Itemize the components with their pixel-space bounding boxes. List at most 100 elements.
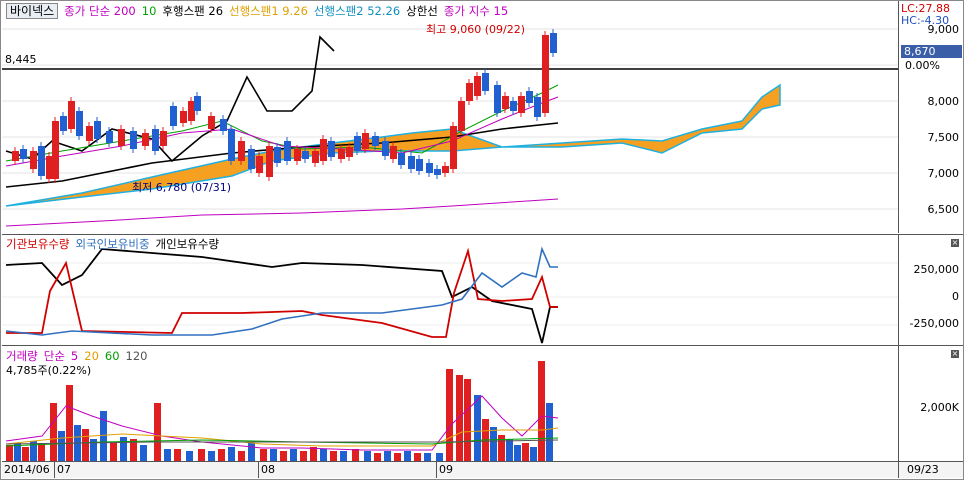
price-tick: 7,500 (927, 131, 960, 144)
volume-bar (474, 395, 481, 461)
volume-bar (228, 447, 235, 461)
legend-ma200: 종가 단순 200 (64, 4, 136, 18)
candle-body (130, 131, 137, 149)
holding-tick: 0 (952, 290, 959, 303)
candle-body (450, 126, 457, 169)
candle-body (106, 131, 113, 143)
close-icon[interactable]: × (951, 350, 959, 358)
x-axis-right: 09/23 (898, 461, 963, 478)
x-label-last: 09/23 (907, 463, 939, 476)
price-tick: 9,000 (927, 23, 960, 36)
volume-bar (310, 447, 317, 461)
candle-body (180, 111, 187, 123)
price-pane[interactable]: 바이넥스 종가 단순 200 10 후행스팬 26 선행스팬1 9.26 선행스… (2, 1, 898, 233)
candle-body (52, 121, 59, 179)
volume-tick: 2,000K (920, 401, 959, 414)
candle-body (152, 129, 159, 151)
candle-body (284, 141, 291, 161)
candle-body (382, 141, 389, 156)
volume-bar (120, 437, 127, 461)
volume-bar (186, 451, 193, 461)
volume-bar (498, 435, 505, 461)
volume-bar (260, 449, 267, 461)
candle-body (38, 146, 45, 176)
candle-body (312, 151, 319, 163)
candle-body (274, 147, 281, 163)
candle-body (434, 169, 441, 175)
price-legend: 바이넥스 종가 단순 200 10 후행스팬 26 선행스팬1 9.26 선행스… (6, 3, 508, 19)
candle-body (142, 133, 149, 146)
candle-body (398, 153, 405, 165)
volume-bar (198, 449, 205, 461)
volume-bar (490, 427, 497, 461)
volume-bar (446, 369, 453, 461)
candle-body (20, 149, 27, 159)
volume-bar (340, 451, 347, 461)
volume-bar (364, 451, 371, 461)
price-axis: LC:27.88 HC:-4.30 9,000 8,670 0.00% 8,00… (898, 1, 963, 233)
volume-bar (6, 445, 13, 461)
candle-body (442, 166, 449, 173)
volume-axis: × 2,000K (898, 345, 963, 461)
candle-body (294, 149, 301, 161)
volume-bar (290, 449, 297, 461)
candle-body (534, 97, 541, 117)
current-pct: 0.00% (905, 59, 940, 72)
volume-bar (140, 445, 147, 461)
holding-legend: 기관보유수량 외국인보유비중 개인보유수량 (6, 236, 219, 252)
volume-bar (522, 443, 529, 461)
volume-bar (280, 451, 287, 461)
volume-bar (530, 447, 537, 461)
ma200-line (5, 198, 559, 227)
candle-body (302, 151, 309, 159)
candle-body (482, 73, 489, 91)
candle-body (194, 96, 201, 111)
candle-body (362, 133, 369, 149)
candle-body (338, 149, 345, 159)
volume-bar (456, 375, 463, 461)
legend-vol-ma120: 120 (125, 349, 148, 363)
x-axis: 2014/06 07 08 09 (2, 461, 898, 478)
candle-body (248, 149, 255, 169)
volume-bar (174, 449, 181, 461)
legend-foreign: 외국인보유비중 (75, 237, 150, 251)
volume-bar (208, 451, 215, 461)
close-icon[interactable]: × (951, 239, 959, 247)
volume-bar (374, 453, 381, 461)
legend-upper-band: 상한선 (406, 4, 438, 18)
candle-body (188, 101, 195, 121)
legend-ma10: 10 (141, 4, 157, 18)
candle-body (94, 121, 101, 139)
volume-bar (464, 379, 471, 461)
candle-body (60, 116, 67, 131)
legend-vol-ma60: 60 (104, 349, 120, 363)
volume-bar (394, 453, 401, 461)
volume-bar (270, 449, 277, 461)
stock-name-button[interactable]: 바이넥스 (6, 3, 59, 19)
candle-body (12, 151, 19, 161)
candle-body (346, 147, 353, 157)
volume-pane[interactable]: 거래량 단순 5 20 60 120 4,785주(0.22%) (2, 345, 898, 461)
holding-pane[interactable]: 기관보유수량 외국인보유비중 개인보유수량 (2, 234, 898, 345)
volume-bar (58, 431, 65, 461)
legend-leading-span2: 선행스팬2 52.26 (313, 4, 401, 18)
volume-bar (50, 403, 57, 461)
current-price-badge: 8,670 (901, 45, 962, 58)
volume-bar (414, 453, 421, 461)
volume-bar (330, 451, 337, 461)
volume-bar (38, 443, 45, 461)
volume-bar (82, 429, 89, 461)
candle-body (170, 106, 177, 126)
volume-bar (154, 403, 161, 461)
volume-bar (300, 451, 307, 461)
legend-individual: 개인보유수량 (155, 237, 220, 251)
volume-bar (546, 403, 553, 461)
volume-bar (538, 361, 545, 461)
volume-bar (404, 451, 411, 461)
candle-body (30, 151, 37, 169)
candle-body (518, 96, 525, 113)
candle-body (86, 126, 93, 141)
legend-lagging-span: 후행스팬 26 (162, 4, 224, 18)
volume-bar (66, 385, 73, 461)
price-tick: 8,000 (927, 95, 960, 108)
